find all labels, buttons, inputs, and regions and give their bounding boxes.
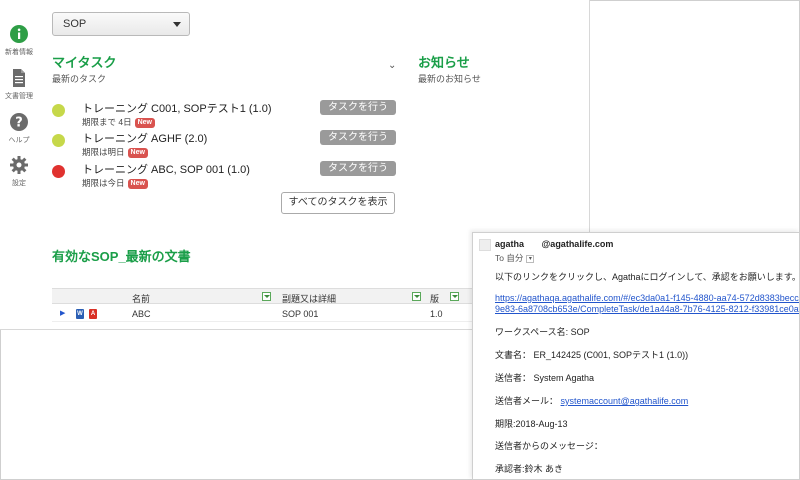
chevron-down-icon	[173, 22, 181, 27]
filter-icon[interactable]	[412, 292, 421, 301]
column-header-name[interactable]: 名前	[132, 292, 150, 305]
do-task-button[interactable]: タスクを行う	[320, 130, 396, 145]
email-to: To 自分 ▾	[495, 252, 535, 264]
email-link[interactable]: https://agathaqa.agathalife.com/#/ec3da0…	[495, 293, 799, 303]
new-badge: New	[127, 178, 148, 189]
filter-icon[interactable]	[262, 292, 271, 301]
sidebar-item-settings[interactable]: 設定	[0, 155, 38, 188]
document-icon	[13, 69, 25, 87]
email-link-continued[interactable]: 9e83-6a8708cb653e/CompleteTask/de1a44a8-…	[495, 304, 799, 314]
email-message-label: 送信者からのメッセージ：	[495, 441, 603, 451]
doc-detail: SOP 001	[282, 309, 319, 319]
email-workspace: ワークスペース名: SOP	[495, 327, 590, 337]
notices-title: お知らせ	[418, 55, 470, 70]
sidebar-item-help[interactable]: ? ヘルプ	[0, 112, 38, 145]
show-all-tasks-button[interactable]: すべてのタスクを表示	[281, 192, 395, 214]
task-row: トレーニング ABC, SOP 001 (1.0) 期限は今日 New タスクを行…	[52, 159, 397, 191]
email-sender: 送信者： System Agatha	[495, 373, 595, 383]
notices-subtitle: 最新のお知らせ	[418, 74, 481, 84]
email-from: agatha @agathalife.com	[495, 239, 614, 249]
pdf-file-icon: A	[89, 309, 97, 319]
my-tasks-subtitle: 最新のタスク	[52, 74, 107, 84]
filter-icon[interactable]	[450, 292, 459, 301]
sidebar-item-news[interactable]: 新着情報	[0, 24, 38, 57]
task-title[interactable]: トレーニング ABC, SOP 001 (1.0)	[82, 161, 250, 177]
task-row: トレーニング AGHF (2.0) 期限は明日 New タスクを行う	[52, 128, 397, 160]
gear-icon	[10, 156, 28, 174]
expand-arrow-icon[interactable]: ▶	[60, 309, 65, 317]
word-file-icon: W	[76, 309, 84, 319]
avatar	[479, 239, 491, 251]
email-sender-mail: 送信者メール： systemaccount@agathalife.com	[495, 396, 689, 406]
sidebar-item-label: 文書管理	[5, 93, 33, 100]
help-icon: ?	[10, 113, 28, 131]
latest-docs-title: 有効なSOP_最新の文書	[52, 249, 191, 264]
workspace-select-value: SOP	[63, 18, 87, 30]
email-panel: agatha @agathalife.com To 自分 ▾ 以下のリンクをクリッ…	[472, 232, 800, 480]
collapse-chevron-icon[interactable]: ⌄	[388, 60, 396, 71]
do-task-button[interactable]: タスクを行う	[320, 100, 396, 115]
sidebar-item-label: ヘルプ	[8, 137, 30, 144]
email-approver: 承認者:鈴木 あき	[495, 464, 564, 474]
task-due: 期限まで 4日 New	[82, 116, 155, 128]
task-due: 期限は明日 New	[82, 146, 148, 158]
column-header-detail[interactable]: 副題又は詳細	[282, 292, 336, 305]
task-due: 期限は今日 New	[82, 177, 148, 189]
do-task-button[interactable]: タスクを行う	[320, 161, 396, 176]
email-intro: 以下のリンクをクリックし、Agathaにログインして、承認をお願いします。	[495, 272, 800, 282]
sender-mail-link[interactable]: systemaccount@agathalife.com	[561, 396, 689, 406]
new-badge: New	[134, 117, 155, 128]
sidebar-item-label: 新着情報	[5, 49, 33, 56]
task-row: トレーニング C001, SOPテスト1 (1.0) 期限まで 4日 New タス…	[52, 98, 397, 130]
status-dot	[52, 104, 65, 117]
sidebar-item-documents[interactable]: 文書管理	[0, 68, 38, 101]
doc-version: 1.0	[430, 309, 443, 319]
doc-name[interactable]: ABC	[132, 309, 151, 319]
my-tasks-title: マイタスク	[52, 55, 117, 70]
table-row[interactable]: ▶ W A ABC SOP 001 1.0	[52, 306, 472, 322]
workspace-select[interactable]: SOP	[52, 12, 190, 36]
table-header: 名前 副題又は詳細 版	[52, 288, 472, 304]
task-title[interactable]: トレーニング C001, SOPテスト1 (1.0)	[82, 100, 272, 116]
email-deadline: 期限:2018-Aug-13	[495, 419, 568, 429]
status-dot	[52, 134, 65, 147]
sidebar-item-label: 設定	[12, 180, 26, 187]
email-document: 文書名： ER_142425 (C001, SOPテスト1 (1.0))	[495, 350, 689, 360]
chevron-down-icon[interactable]: ▾	[526, 254, 535, 263]
new-badge: New	[127, 147, 148, 158]
column-header-version[interactable]: 版	[430, 292, 439, 305]
task-title[interactable]: トレーニング AGHF (2.0)	[82, 130, 207, 146]
svg-text:?: ?	[15, 116, 23, 131]
status-dot	[52, 165, 65, 178]
info-icon	[10, 25, 28, 43]
sidebar: 新着情報 文書管理 ? ヘルプ 設定	[0, 0, 38, 329]
